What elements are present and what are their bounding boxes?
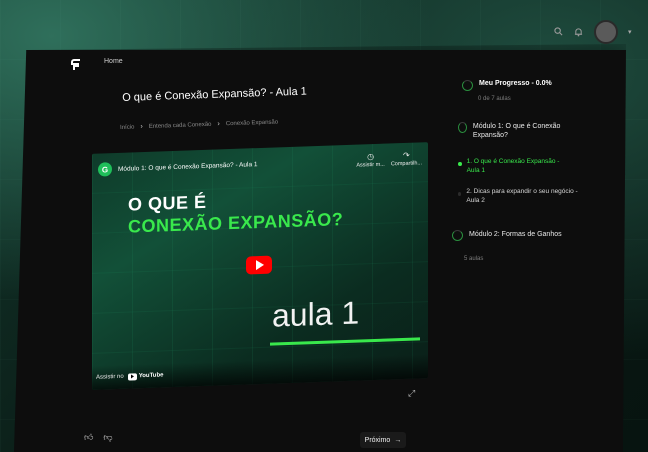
channel-logo-icon[interactable]: G (98, 162, 112, 177)
module-ring-icon (458, 122, 467, 133)
arrow-right-icon: → (394, 436, 402, 444)
module-2-title: Módulo 2: Formas de Ganhos (469, 231, 562, 238)
bell-icon[interactable] (574, 27, 584, 37)
module-ring-icon (452, 230, 463, 241)
active-dot-icon (458, 162, 462, 166)
idle-dot-icon (458, 192, 462, 196)
lesson-item-1-label: 1. O que é Conexão Expansão - Aula 1 (466, 158, 560, 174)
youtube-icon (127, 372, 137, 381)
youtube-logo: YouTube (127, 372, 164, 381)
chevron-right-icon: › (217, 120, 220, 128)
nav-home-link[interactable]: Home (104, 58, 123, 65)
watch-on-label: Assistir no (96, 373, 124, 381)
share-icon: ↷ (403, 150, 410, 161)
module-2-subtitle: 5 aulas (464, 256, 484, 262)
brand-logo-icon[interactable] (70, 58, 82, 72)
progress-title: Meu Progresso - 0.0% (479, 80, 552, 87)
chevron-right-icon: › (140, 123, 143, 131)
video-headline-line1: O QUE É (128, 191, 207, 215)
progress-ring-icon (462, 80, 473, 91)
next-button[interactable]: Próximo → (360, 432, 406, 448)
watch-later-button[interactable]: ◷ Assistir m... (356, 152, 384, 169)
module-1-title: Módulo 1: O que é Conexão Expansão? (472, 123, 561, 139)
video-aula-text: aula 1 (272, 294, 360, 334)
fullscreen-icon[interactable]: ⤢ (408, 388, 415, 399)
youtube-label: YouTube (138, 372, 164, 380)
clock-icon: ◷ (367, 152, 375, 162)
chevron-down-icon[interactable]: ▾ (628, 28, 634, 36)
play-icon (256, 259, 264, 271)
search-icon[interactable] (554, 27, 564, 37)
thumbs-up-icon[interactable]: 👍︎ (84, 432, 93, 443)
share-label: Compartilh... (390, 160, 422, 168)
lesson-item-2[interactable]: 2. Dicas para expandir o seu negócio - A… (458, 188, 578, 205)
play-button[interactable] (246, 255, 272, 275)
avatar[interactable] (594, 20, 618, 44)
lesson-item-2-label: 2. Dicas para expandir o seu negócio - A… (466, 188, 578, 204)
lesson-item-1[interactable]: 1. O que é Conexão Expansão - Aula 1 (458, 158, 568, 175)
share-button[interactable]: ↷ Compartilh... (390, 150, 422, 168)
reaction-row: 👍︎ 👎︎ (84, 432, 113, 443)
thumbs-down-icon[interactable]: 👎︎ (103, 432, 112, 443)
next-label: Próximo (364, 436, 391, 444)
breadcrumb-item-current: Conexão Expansão (225, 118, 279, 127)
progress-subtitle: 0 de 7 aulas (478, 96, 511, 102)
breadcrumb-item-inicio[interactable]: Início (120, 124, 135, 130)
module-2-header[interactable]: Módulo 2: Formas de Ganhos (452, 230, 562, 241)
progress-header: Meu Progresso - 0.0% (462, 80, 552, 91)
top-bar-icons: ▾ (554, 20, 634, 44)
module-1-header[interactable]: Módulo 1: O que é Conexão Expansão? (458, 122, 568, 140)
video-player[interactable]: G Módulo 1: O que é Conexão Expansão? - … (92, 142, 428, 390)
watch-later-label: Assistir m... (356, 161, 385, 169)
